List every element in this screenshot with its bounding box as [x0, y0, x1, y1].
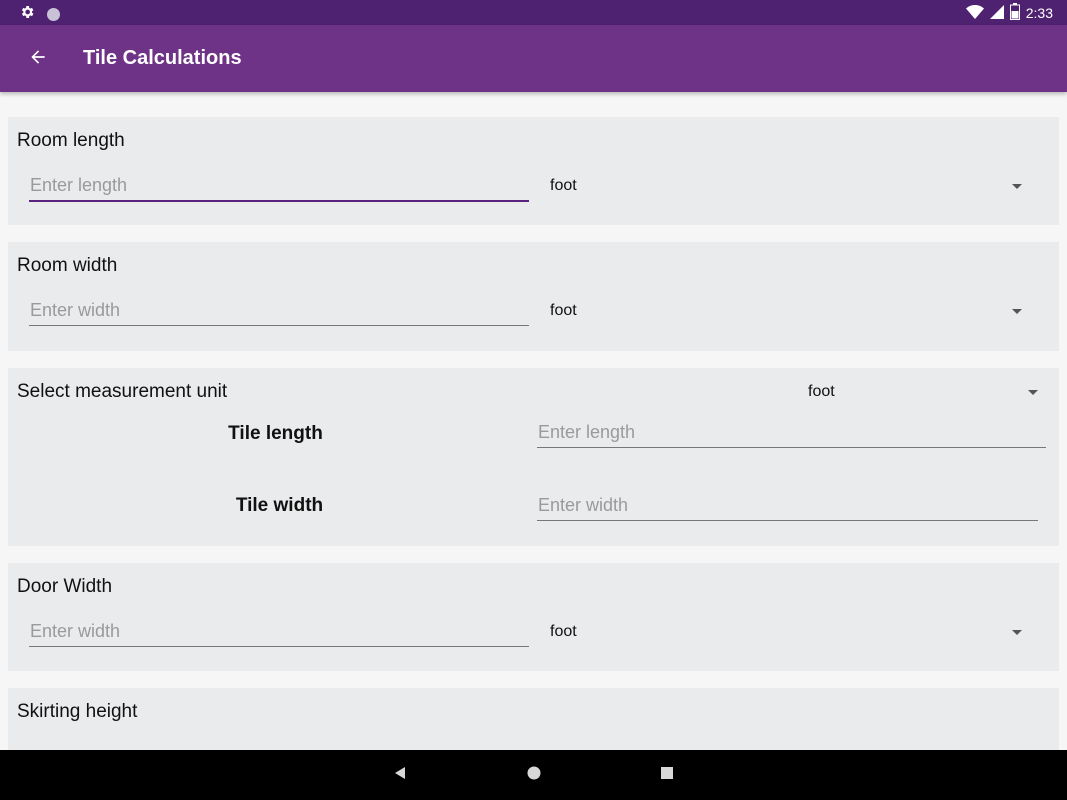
- room-length-unit-value: foot: [550, 177, 577, 194]
- tile-length-input[interactable]: [537, 422, 1046, 448]
- room-width-title: Room width: [17, 255, 118, 276]
- battery-icon: [1009, 3, 1020, 23]
- nav-back-button[interactable]: [370, 750, 430, 800]
- dropdown-arrow-icon: [1028, 390, 1038, 395]
- tile-length-label: Tile length: [228, 423, 323, 444]
- app-bar: Tile Calculations: [0, 25, 1067, 92]
- skirting-height-title: Skirting height: [17, 701, 138, 722]
- measurement-unit-title: Select measurement unit: [17, 381, 228, 402]
- back-button[interactable]: [24, 45, 52, 73]
- nav-recents-button[interactable]: [637, 750, 697, 800]
- clock-text: 2:33: [1025, 5, 1053, 21]
- back-triangle-icon: [393, 766, 407, 785]
- skirting-height-card: Skirting height: [8, 688, 1059, 750]
- circle-icon: [47, 8, 60, 21]
- status-bar: 2:33: [0, 0, 1067, 25]
- room-length-title: Room length: [17, 130, 125, 151]
- room-width-unit-value: foot: [550, 302, 577, 319]
- tile-unit-value: foot: [808, 383, 835, 400]
- tile-unit-select[interactable]: foot: [808, 378, 1038, 406]
- tile-width-input[interactable]: [537, 495, 1038, 521]
- tile-width-label: Tile width: [235, 495, 324, 516]
- room-width-unit-select[interactable]: foot: [550, 297, 1030, 325]
- home-circle-icon: [527, 766, 541, 785]
- door-width-card: Door Width foot: [8, 563, 1059, 671]
- room-width-card: Room width foot: [8, 242, 1059, 351]
- arrow-back-icon: [28, 47, 48, 72]
- dropdown-arrow-icon: [1012, 309, 1022, 314]
- page-title: Tile Calculations: [83, 47, 242, 69]
- door-width-title: Door Width: [17, 576, 113, 597]
- room-length-input[interactable]: [29, 175, 529, 202]
- wifi-icon: [965, 4, 984, 22]
- dropdown-arrow-icon: [1012, 184, 1022, 189]
- room-width-input[interactable]: [29, 300, 529, 326]
- settings-icon: [19, 4, 35, 25]
- door-width-input[interactable]: [29, 621, 529, 647]
- signal-icon: [989, 4, 1004, 22]
- room-length-unit-select[interactable]: foot: [550, 172, 1030, 200]
- door-width-unit-select[interactable]: foot: [550, 618, 1030, 646]
- dropdown-arrow-icon: [1012, 630, 1022, 635]
- navigation-bar: [0, 750, 1067, 800]
- nav-home-button[interactable]: [504, 750, 564, 800]
- door-width-unit-value: foot: [550, 623, 577, 640]
- room-length-card: Room length foot: [8, 117, 1059, 225]
- tile-size-card: Select measurement unit foot Tile length…: [8, 368, 1059, 546]
- recents-square-icon: [661, 766, 673, 784]
